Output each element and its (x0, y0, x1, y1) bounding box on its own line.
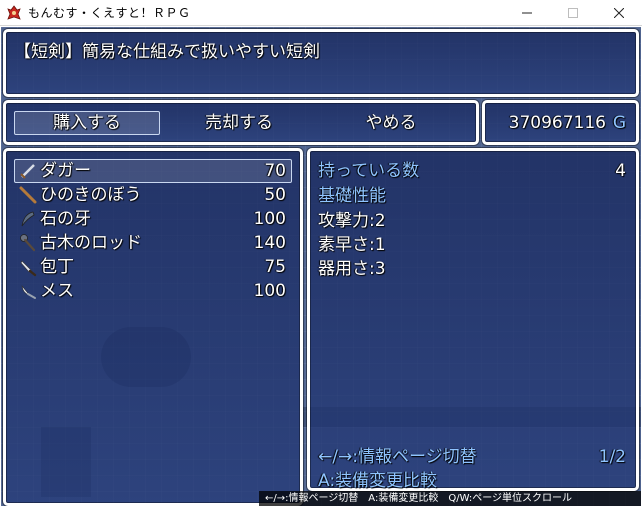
item-price: 140 (253, 233, 286, 253)
section-title: 基礎性能 (318, 186, 386, 206)
page-switch-hint: ←/→:情報ページ切替 (318, 447, 477, 467)
maximize-icon (568, 8, 578, 18)
app-icon (7, 4, 21, 20)
stat-attack: 攻撃力:2 (318, 211, 386, 231)
stat-dexterity: 器用さ:3 (318, 259, 386, 279)
rod-icon (20, 234, 36, 252)
item-name: ひのきのぼう (40, 185, 142, 205)
help-window: 【短剣】簡易な仕組みで扱いやすい短剣 (3, 29, 639, 97)
list-item[interactable]: ダガー 70 (14, 159, 292, 183)
list-item[interactable]: 石の牙 100 (14, 207, 292, 231)
kitchen-knife-icon (20, 260, 37, 277)
close-button[interactable] (596, 0, 642, 26)
item-price: 70 (264, 161, 286, 181)
item-price: 100 (253, 281, 286, 301)
item-price: 75 (264, 257, 286, 277)
item-name: 包丁 (40, 257, 74, 277)
gold-window: 370967116 G (482, 100, 639, 145)
compare-hint: A:装備変更比較 (318, 471, 438, 491)
title-bar: もんむす・くえすと！ＲＰＧ (0, 0, 642, 26)
fang-icon (21, 211, 35, 227)
item-price: 100 (253, 209, 286, 229)
sell-command[interactable]: 売却する (166, 111, 312, 135)
key-help-bar: ←/→:情報ページ切替 A:装備変更比較 Q/W:ページ単位スクロール (259, 491, 641, 506)
item-name: メス (40, 281, 74, 301)
item-name: 古木のロッド (40, 233, 142, 253)
gold-amount: 370967116 (508, 113, 606, 133)
command-window: 購入する 売却する やめる (3, 100, 479, 145)
possession-label: 持っている数 (318, 161, 420, 181)
item-list-window: ダガー 70 ひのきのぼう 50 石の牙 100 古木のロッド 140 包丁 7… (3, 148, 303, 506)
cancel-command[interactable]: やめる (318, 111, 464, 135)
minimize-button[interactable] (504, 0, 550, 26)
item-name: 石の牙 (40, 209, 91, 229)
dagger-icon (20, 164, 35, 179)
gold-unit: G (612, 113, 626, 133)
stat-speed: 素早さ:1 (318, 235, 386, 255)
page-indicator: 1/2 (598, 447, 626, 467)
window-title: もんむす・くえすと！ＲＰＧ (28, 6, 191, 20)
item-price: 50 (264, 185, 286, 205)
status-window: 持っている数 4 基礎性能 攻撃力:2 素早さ:1 器用さ:3 ←/→:情報ペー… (307, 148, 639, 491)
list-item[interactable]: ひのきのぼう 50 (14, 183, 292, 207)
item-description: 【短剣】簡易な仕組みで扱いやすい短剣 (14, 42, 320, 62)
buy-command[interactable]: 購入する (14, 111, 160, 135)
possession-value: 4 (615, 161, 626, 181)
minimize-icon (522, 12, 532, 14)
item-name: ダガー (40, 161, 91, 181)
stick-icon (19, 186, 37, 204)
scalpel-icon (21, 284, 36, 299)
game-screen: 【短剣】簡易な仕組みで扱いやすい短剣 購入する 売却する やめる 3709671… (1, 27, 641, 506)
list-item[interactable]: 包丁 75 (14, 255, 292, 279)
close-icon (614, 8, 624, 18)
list-item[interactable]: メス 100 (14, 279, 292, 303)
maximize-button (550, 0, 596, 26)
list-item[interactable]: 古木のロッド 140 (14, 231, 292, 255)
